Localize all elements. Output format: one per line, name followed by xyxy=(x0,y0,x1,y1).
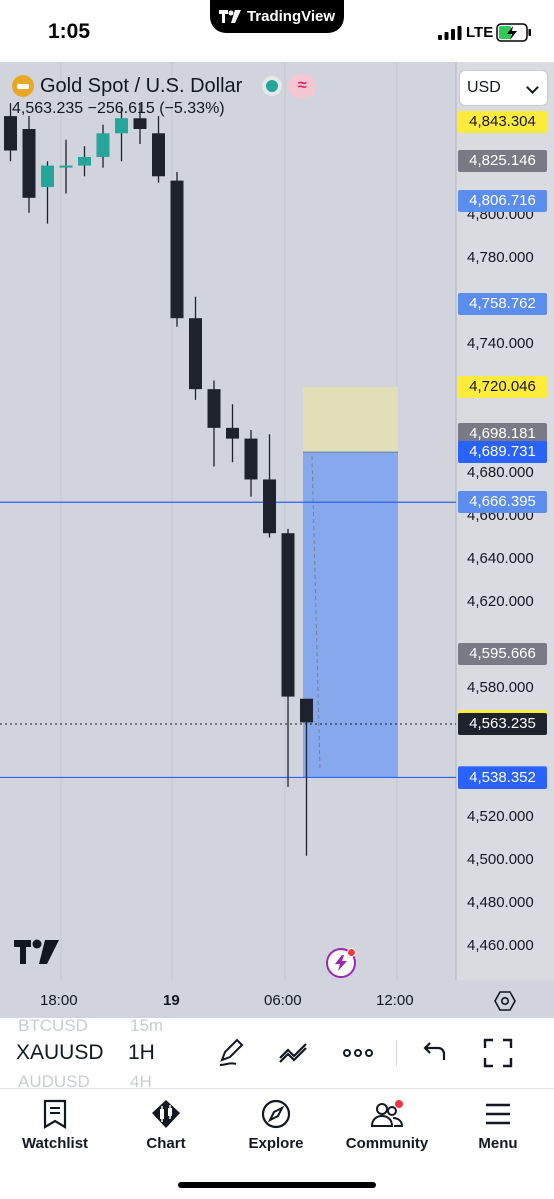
price-tag[interactable]: 4,689.731 xyxy=(458,441,547,464)
candle-body-bearish xyxy=(4,116,17,151)
price-tag[interactable]: 4,666.395 xyxy=(458,491,547,514)
pen-drawing-icon[interactable] xyxy=(214,1036,248,1070)
candle-body-bullish xyxy=(59,165,73,168)
price-axis-tick: 4,680.000 xyxy=(467,464,534,481)
price-axis-tick: 4,780.000 xyxy=(467,249,534,266)
price-axis-tick: 4,740.000 xyxy=(467,335,534,352)
candle-body-bearish xyxy=(207,389,221,428)
price-axis-tick: 4,520.000 xyxy=(467,808,534,825)
compass-icon xyxy=(261,1099,291,1129)
price-tag[interactable]: 4,563.235 xyxy=(458,713,547,736)
position-target-zone xyxy=(303,452,398,778)
chart-icon xyxy=(152,1100,180,1128)
price-tag[interactable]: 4,843.304 xyxy=(458,110,547,133)
interval-picker[interactable]: 1H xyxy=(128,1041,155,1065)
market-open-status-icon xyxy=(262,76,283,96)
nav-menu[interactable]: Menu xyxy=(443,1099,553,1152)
price-tag[interactable]: 4,758.762 xyxy=(458,292,547,315)
app-name: TradingView xyxy=(246,8,336,25)
gold-symbol-icon xyxy=(12,75,34,97)
community-icon xyxy=(370,1100,404,1127)
chart-area[interactable]: Gold Spot / U.S. Dollar ≈ 4,563.235 −256… xyxy=(0,62,554,1018)
time-label-19: 19 xyxy=(163,992,180,1009)
ghost-interval-above: 15m xyxy=(130,1018,164,1035)
candle-body-bearish xyxy=(300,698,313,723)
candle-body-bullish xyxy=(78,156,91,166)
nav-chart-label: Chart xyxy=(146,1135,186,1152)
chart-legend: Gold Spot / U.S. Dollar ≈ 4,563.235 −256… xyxy=(12,74,317,118)
candle-body-bearish xyxy=(133,118,147,129)
more-options-icon[interactable] xyxy=(341,1036,375,1070)
lightning-bolt-icon xyxy=(335,955,347,971)
symbol-title[interactable]: Gold Spot / U.S. Dollar xyxy=(40,75,242,98)
ohlc-change: 4,563.235 −256.615 (−5.33%) xyxy=(12,100,225,117)
price-axis-tick: 4,460.000 xyxy=(467,937,534,954)
currency-value: USD xyxy=(467,79,501,96)
price-axis-tick: 4,620.000 xyxy=(467,593,534,610)
nav-chart[interactable]: Chart xyxy=(111,1099,221,1152)
time-label-1200: 12:00 xyxy=(376,992,414,1009)
chart-settings-icon[interactable] xyxy=(494,990,516,1012)
toolbar-divider xyxy=(396,1040,397,1066)
nav-watchlist[interactable]: Watchlist xyxy=(0,1099,110,1152)
tradingview-watermark-icon[interactable] xyxy=(14,938,60,964)
time-label-1800: 18:00 xyxy=(40,992,78,1009)
ghost-interval-below: 4H xyxy=(130,1072,152,1088)
wave-indicator-icon[interactable]: ≈ xyxy=(288,74,317,98)
app-root: 1:05 TradingView LTE Gold Spot / U.S. Do… xyxy=(0,0,554,1199)
watchlist-icon xyxy=(43,1099,67,1129)
price-tag[interactable]: 4,806.716 xyxy=(458,189,547,212)
fullscreen-icon[interactable] xyxy=(481,1036,515,1070)
tradingview-logo-icon xyxy=(218,10,241,23)
candle-body-bearish xyxy=(226,427,239,439)
symbol-picker[interactable]: XAUUSD xyxy=(16,1041,104,1065)
menu-icon xyxy=(486,1103,510,1125)
ghost-symbol-below: AUDUSD xyxy=(18,1072,90,1088)
price-tag[interactable]: 4,538.352 xyxy=(458,766,547,789)
app-indicator-pill[interactable]: TradingView xyxy=(210,0,344,33)
undo-icon[interactable] xyxy=(416,1036,450,1070)
time-axis[interactable]: 18:00 19 06:00 12:00 xyxy=(0,980,554,1018)
candle-body-bullish xyxy=(115,118,128,134)
nav-menu-label: Menu xyxy=(478,1135,518,1152)
chart-toolbar: BTCUSD 15m AUDUSD 4H XAUUSD 1H xyxy=(0,1018,554,1088)
chevron-down-icon xyxy=(526,81,539,94)
nav-explore[interactable]: Explore xyxy=(221,1099,331,1152)
drawing-tools-icon[interactable] xyxy=(276,1036,310,1070)
currency-select[interactable]: USD xyxy=(459,70,548,106)
price-axis-tick: 4,500.000 xyxy=(467,851,534,868)
candle-body-bearish xyxy=(263,479,276,534)
candle-body-bullish xyxy=(41,165,54,188)
alerts-bolt-button[interactable] xyxy=(326,948,356,978)
price-axis-tick: 4,640.000 xyxy=(467,550,534,567)
candle-body-bearish xyxy=(22,129,36,198)
nav-watchlist-label: Watchlist xyxy=(21,1135,89,1152)
candle-body-bearish xyxy=(152,133,165,177)
candle-body-bearish xyxy=(281,533,295,697)
notification-dot xyxy=(347,948,356,957)
candle-body-bullish xyxy=(96,133,110,157)
time-label-0600: 06:00 xyxy=(264,992,302,1009)
nav-community-label: Community xyxy=(345,1135,429,1152)
signal-icon xyxy=(438,26,462,40)
status-time: 1:05 xyxy=(48,20,91,43)
home-indicator xyxy=(178,1182,376,1188)
position-stop-zone xyxy=(303,386,398,453)
price-tag[interactable]: 4,595.666 xyxy=(458,643,547,666)
price-axis-tick: 4,480.000 xyxy=(467,894,534,911)
nav-explore-label: Explore xyxy=(248,1135,304,1152)
price-axis-tick: 4,580.000 xyxy=(467,679,534,696)
price-tag[interactable]: 4,825.146 xyxy=(458,149,547,172)
status-bar: 1:05 TradingView LTE xyxy=(0,0,554,62)
candle-body-bearish xyxy=(170,180,184,319)
price-tag[interactable]: 4,720.046 xyxy=(458,375,547,398)
candle-body-bearish xyxy=(244,438,258,480)
nav-community[interactable]: Community xyxy=(332,1099,442,1152)
network-type: LTE xyxy=(466,24,494,41)
candle-body-bearish xyxy=(189,318,202,390)
battery-charging-icon xyxy=(496,23,531,42)
ghost-symbol-above: BTCUSD xyxy=(18,1018,88,1035)
